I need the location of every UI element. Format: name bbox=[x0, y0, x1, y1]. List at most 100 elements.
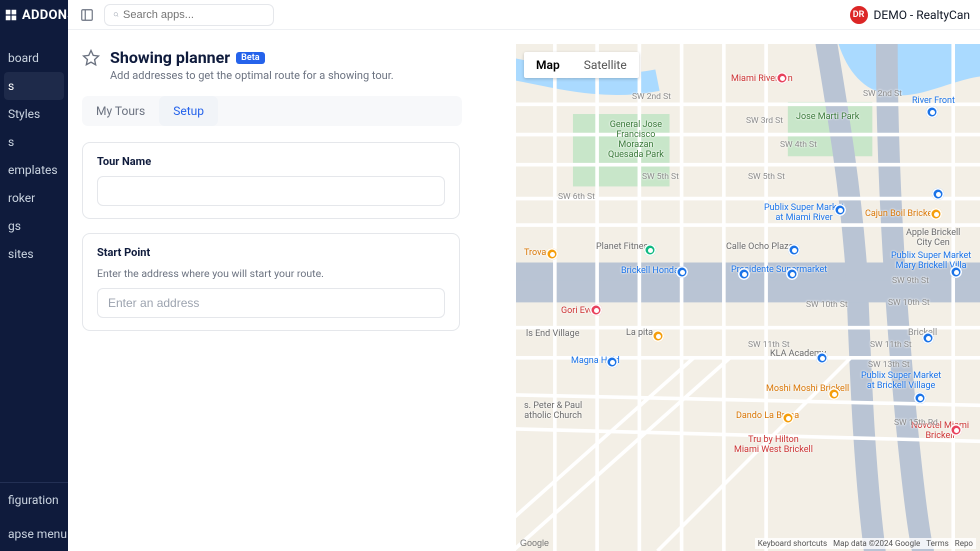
map-label: SW 11th St bbox=[870, 340, 912, 350]
page-title: Showing planner bbox=[110, 48, 230, 67]
sidebar-bottom-item[interactable]: figuration bbox=[0, 483, 68, 517]
map-shortcuts[interactable]: Keyboard shortcuts bbox=[758, 539, 827, 548]
map-label: Apple BrickellCity Cen bbox=[906, 229, 960, 249]
map-label: SW 3rd St bbox=[746, 116, 783, 126]
map-pin[interactable] bbox=[816, 352, 828, 364]
sidebar: ADDONS boardsStylessemplatesrokergssites… bbox=[0, 0, 68, 551]
start-point-input[interactable] bbox=[97, 288, 445, 318]
panel-layout-icon[interactable] bbox=[78, 6, 96, 24]
map-pin[interactable] bbox=[606, 356, 618, 368]
right-column: Map Satellite Google Keyboard shortcuts … bbox=[516, 44, 980, 551]
map-label: Calle Ocho Plaza bbox=[726, 242, 793, 252]
sidebar-item[interactable]: s bbox=[0, 128, 68, 156]
brand-logo[interactable]: ADDONS bbox=[0, 0, 68, 30]
user-name: DEMO - RealtyCan bbox=[874, 8, 970, 22]
map-attribution: Keyboard shortcuts Map data ©2024 Google… bbox=[755, 538, 976, 549]
search-input[interactable] bbox=[123, 9, 265, 21]
page-header: Showing planner Beta Add addresses to ge… bbox=[82, 48, 492, 82]
map-label: River Front bbox=[912, 96, 955, 106]
map-pin[interactable] bbox=[644, 244, 656, 256]
map-pin[interactable] bbox=[782, 412, 794, 424]
map-pin[interactable] bbox=[950, 266, 962, 278]
map-label: Trova bbox=[524, 248, 546, 258]
user-menu[interactable]: DR DEMO - RealtyCan bbox=[850, 6, 970, 24]
main: DR DEMO - RealtyCan Showing planner Beta… bbox=[68, 0, 980, 551]
start-point-label: Start Point bbox=[97, 246, 445, 259]
map-pin[interactable] bbox=[590, 304, 602, 316]
left-column: Showing planner Beta Add addresses to ge… bbox=[82, 44, 492, 551]
map-terms[interactable]: Terms bbox=[926, 539, 948, 548]
map-label: SW 2nd St bbox=[863, 89, 902, 99]
map-label: SW 5th St bbox=[748, 172, 785, 182]
sidebar-bottom-item[interactable]: apse menu bbox=[0, 517, 68, 551]
map-pin[interactable] bbox=[834, 204, 846, 216]
sidebar-item[interactable]: s bbox=[4, 72, 64, 100]
tour-name-input[interactable] bbox=[97, 176, 445, 206]
start-point-help: Enter the address where you will start y… bbox=[97, 267, 445, 280]
sidebar-item[interactable]: gs bbox=[0, 212, 68, 240]
map-data: Map data ©2024 Google bbox=[833, 539, 920, 548]
tour-name-card: Tour Name bbox=[82, 142, 460, 219]
tab[interactable]: Setup bbox=[159, 96, 218, 126]
sidebar-item[interactable]: board bbox=[0, 44, 68, 72]
map-pin[interactable] bbox=[786, 268, 798, 280]
map-label: SW 2nd St bbox=[632, 92, 671, 102]
map-pin[interactable] bbox=[676, 266, 688, 278]
map-pin[interactable] bbox=[776, 72, 788, 84]
map-label: SW 5th St bbox=[642, 172, 679, 182]
map-report[interactable]: Repo bbox=[955, 539, 973, 548]
start-point-card: Start Point Enter the address where you … bbox=[82, 233, 460, 331]
map-label: SW 6th St bbox=[558, 192, 595, 202]
topbar: DR DEMO - RealtyCan bbox=[68, 0, 980, 30]
map-label: Brickell Honda bbox=[621, 266, 679, 276]
map-label: SW 10th St bbox=[888, 298, 930, 308]
sidebar-bottom: figurationapse menu bbox=[0, 482, 68, 551]
brand-icon bbox=[4, 8, 18, 22]
map-pin[interactable] bbox=[546, 248, 558, 260]
map-type-satellite[interactable]: Satellite bbox=[572, 52, 639, 78]
map-label: SW 4th St bbox=[780, 140, 817, 150]
map-label: SW 10th St bbox=[806, 300, 848, 310]
map-type-map[interactable]: Map bbox=[524, 52, 572, 78]
map-label: Tru by HiltonMiami West Brickell bbox=[734, 436, 813, 456]
tabs: My ToursSetup bbox=[82, 96, 462, 126]
star-icon[interactable] bbox=[82, 49, 100, 67]
map-pin[interactable] bbox=[932, 188, 944, 200]
map-label: Publix Super Marketat Miami River bbox=[764, 204, 844, 224]
map-pin[interactable] bbox=[828, 388, 840, 400]
map-label: SW 13th St bbox=[868, 360, 910, 370]
tab[interactable]: My Tours bbox=[82, 96, 159, 126]
map-pin[interactable] bbox=[738, 268, 750, 280]
map[interactable]: Map Satellite Google Keyboard shortcuts … bbox=[516, 44, 980, 551]
map-pin[interactable] bbox=[652, 330, 664, 342]
map-pin[interactable] bbox=[930, 208, 942, 220]
map-label: General JoseFranciscoMorazanQuesada Park bbox=[608, 121, 664, 161]
map-label: Jose Marti Park bbox=[796, 112, 859, 122]
content: Showing planner Beta Add addresses to ge… bbox=[68, 30, 980, 551]
map-label: s. Peter & Paulatholic Church bbox=[524, 402, 582, 422]
map-type-switch: Map Satellite bbox=[524, 52, 639, 78]
map-label: Cajun Boil Brickell bbox=[865, 209, 937, 219]
tour-name-label: Tour Name bbox=[97, 155, 445, 168]
map-pin[interactable] bbox=[950, 424, 962, 436]
map-label: SW 15th Rd bbox=[894, 418, 938, 428]
sidebar-item[interactable]: roker bbox=[0, 184, 68, 212]
brand-text: ADDONS bbox=[22, 8, 68, 23]
map-label: SW 11th St bbox=[748, 340, 790, 350]
google-logo: Google bbox=[520, 538, 549, 548]
page-subtitle: Add addresses to get the optimal route f… bbox=[110, 69, 394, 82]
search-input-wrap[interactable] bbox=[104, 4, 274, 26]
map-label: SW 9th St bbox=[892, 276, 929, 286]
map-pin[interactable] bbox=[926, 106, 938, 118]
sidebar-item[interactable]: Styles bbox=[0, 100, 68, 128]
map-label: ls End Village bbox=[526, 329, 579, 339]
beta-badge: Beta bbox=[236, 52, 264, 64]
sidebar-nav: boardsStylessemplatesrokergssites bbox=[0, 44, 68, 482]
sidebar-item[interactable]: emplates bbox=[0, 156, 68, 184]
map-pin[interactable] bbox=[914, 392, 926, 404]
avatar: DR bbox=[850, 6, 868, 24]
sidebar-item[interactable]: sites bbox=[0, 240, 68, 268]
map-pin[interactable] bbox=[788, 244, 800, 256]
map-pin[interactable] bbox=[922, 332, 934, 344]
search-icon bbox=[113, 9, 119, 20]
